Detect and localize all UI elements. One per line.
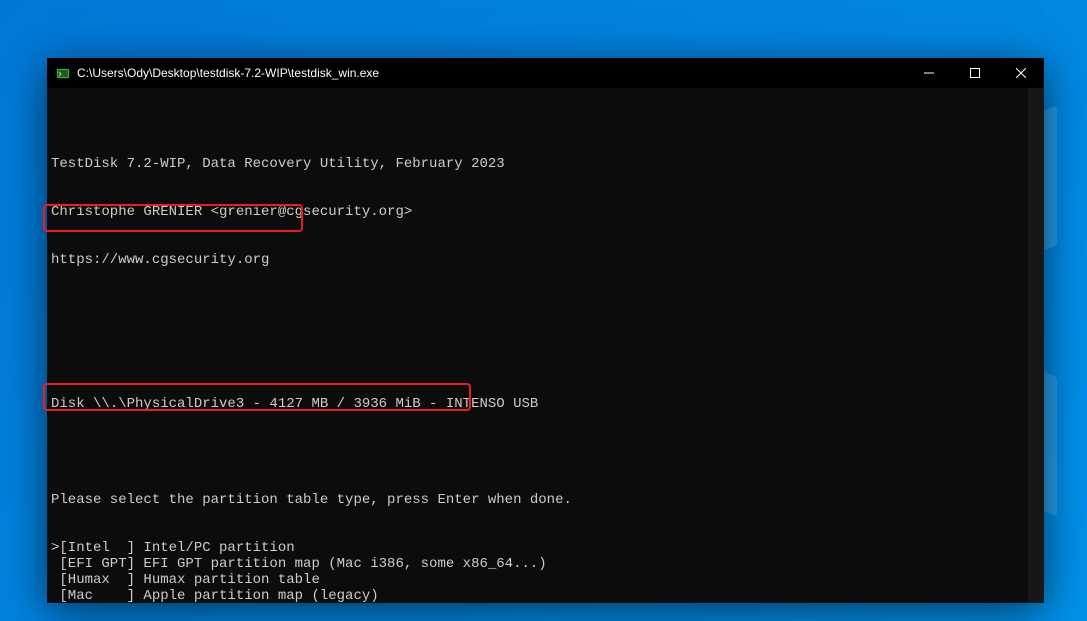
prompt-line: Please select the partition table type, … — [51, 492, 1040, 508]
close-button[interactable] — [998, 58, 1044, 88]
terminal-content: TestDisk 7.2-WIP, Data Recovery Utility,… — [51, 124, 1040, 603]
header-line-1: TestDisk 7.2-WIP, Data Recovery Utility,… — [51, 156, 1040, 172]
menu-item-intel[interactable]: >[Intel ] Intel/PC partition — [51, 540, 1040, 556]
maximize-button[interactable] — [952, 58, 998, 88]
app-icon — [55, 65, 71, 81]
terminal-area[interactable]: TestDisk 7.2-WIP, Data Recovery Utility,… — [47, 88, 1044, 603]
disk-info: Disk \\.\PhysicalDrive3 - 4127 MB / 3936… — [51, 396, 1040, 412]
menu-item-efigpt[interactable]: [EFI GPT] EFI GPT partition map (Mac i38… — [51, 556, 1040, 572]
titlebar[interactable]: C:\Users\Ody\Desktop\testdisk-7.2-WIP\te… — [47, 58, 1044, 88]
window-controls — [906, 58, 1044, 88]
blank-line — [51, 300, 1040, 316]
window-title: C:\Users\Ody\Desktop\testdisk-7.2-WIP\te… — [77, 66, 906, 80]
header-line-2: Christophe GRENIER <grenier@cgsecurity.o… — [51, 204, 1040, 220]
menu-item-mac[interactable]: [Mac ] Apple partition map (legacy) — [51, 588, 1040, 603]
blank-line — [51, 348, 1040, 364]
console-window: C:\Users\Ody\Desktop\testdisk-7.2-WIP\te… — [47, 58, 1044, 603]
scrollbar[interactable] — [1028, 88, 1044, 603]
menu-item-humax[interactable]: [Humax ] Humax partition table — [51, 572, 1040, 588]
blank-line — [51, 444, 1040, 460]
minimize-button[interactable] — [906, 58, 952, 88]
header-line-3: https://www.cgsecurity.org — [51, 252, 1040, 268]
